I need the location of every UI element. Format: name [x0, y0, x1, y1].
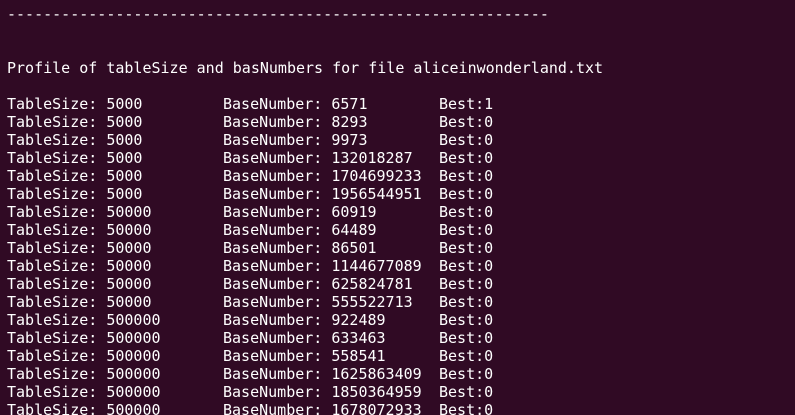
base-number-cell: BaseNumber: 6571 — [223, 95, 368, 113]
table-size-cell: TableSize: 50000 — [7, 221, 152, 239]
best-cell: Best:0 — [439, 347, 494, 365]
base-number-cell: BaseNumber: 633463 — [223, 329, 386, 347]
table-size-cell: TableSize: 5000 — [7, 95, 143, 113]
base-number-cell: BaseNumber: 1850364959 — [223, 383, 422, 401]
best-cell: Best:0 — [439, 293, 494, 311]
table-size-cell: TableSize: 500000 — [7, 311, 161, 329]
base-number-cell: BaseNumber: 1144677089 — [223, 257, 422, 275]
best-cell: Best:0 — [439, 311, 494, 329]
table-size-cell: TableSize: 5000 — [7, 149, 143, 167]
best-cell: Best:1 — [439, 95, 494, 113]
table-size-cell: TableSize: 50000 — [7, 239, 152, 257]
base-number-cell: BaseNumber: 9973 — [223, 131, 368, 149]
table-size-cell: TableSize: 50000 — [7, 293, 152, 311]
table-size-cell: TableSize: 5000 — [7, 167, 143, 185]
table-size-cell: TableSize: 50000 — [7, 275, 152, 293]
best-cell: Best:0 — [439, 365, 494, 383]
profile-header: Profile of tableSize and basNumbers for … — [7, 59, 604, 77]
table-size-cell: TableSize: 5000 — [7, 185, 143, 203]
best-cell: Best:0 — [439, 275, 494, 293]
best-cell: Best:0 — [439, 185, 494, 203]
best-cell: Best:0 — [439, 383, 494, 401]
best-cell: Best:0 — [439, 239, 494, 257]
base-number-cell: BaseNumber: 1956544951 — [223, 185, 422, 203]
best-cell: Best:0 — [439, 257, 494, 275]
table-size-cell: TableSize: 500000 — [7, 383, 161, 401]
base-number-cell: BaseNumber: 132018287 — [223, 149, 413, 167]
separator-line: ----------------------------------------… — [7, 5, 549, 23]
base-number-cell: BaseNumber: 555522713 — [223, 293, 413, 311]
table-size-cell: TableSize: 5000 — [7, 113, 143, 131]
best-cell: Best:0 — [439, 203, 494, 221]
best-cell: Best:0 — [439, 401, 494, 415]
best-cell: Best:0 — [439, 329, 494, 347]
base-number-cell: BaseNumber: 86501 — [223, 239, 377, 257]
base-number-cell: BaseNumber: 625824781 — [223, 275, 413, 293]
base-number-cell: BaseNumber: 1678072933 — [223, 401, 422, 415]
terminal-window[interactable]: ----------------------------------------… — [0, 0, 795, 415]
table-size-cell: TableSize: 500000 — [7, 365, 161, 383]
table-size-cell: TableSize: 50000 — [7, 203, 152, 221]
table-size-cell: TableSize: 50000 — [7, 257, 152, 275]
best-cell: Best:0 — [439, 221, 494, 239]
best-cell: Best:0 — [439, 113, 494, 131]
base-number-cell: BaseNumber: 1704699233 — [223, 167, 422, 185]
table-size-cell: TableSize: 500000 — [7, 329, 161, 347]
base-number-cell: BaseNumber: 922489 — [223, 311, 386, 329]
best-cell: Best:0 — [439, 167, 494, 185]
base-number-cell: BaseNumber: 558541 — [223, 347, 386, 365]
table-size-cell: TableSize: 500000 — [7, 347, 161, 365]
best-cell: Best:0 — [439, 149, 494, 167]
table-size-cell: TableSize: 500000 — [7, 401, 161, 415]
base-number-cell: BaseNumber: 1625863409 — [223, 365, 422, 383]
base-number-cell: BaseNumber: 8293 — [223, 113, 368, 131]
base-number-cell: BaseNumber: 64489 — [223, 221, 377, 239]
base-number-cell: BaseNumber: 60919 — [223, 203, 377, 221]
table-size-cell: TableSize: 5000 — [7, 131, 143, 149]
best-cell: Best:0 — [439, 131, 494, 149]
